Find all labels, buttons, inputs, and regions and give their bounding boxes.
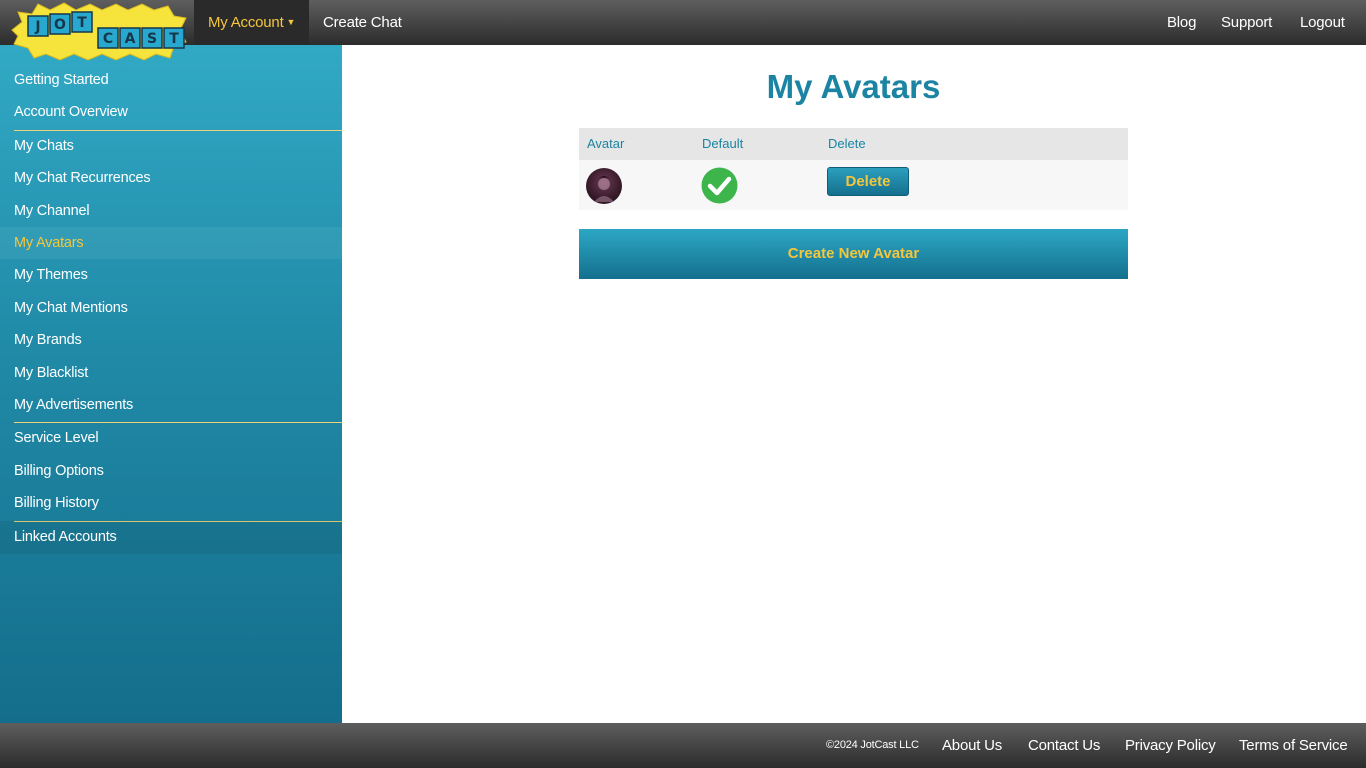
sidebar-item-my-chat-recurrences[interactable]: My Chat Recurrences [0,162,342,194]
sidebar-item-billing-history[interactable]: Billing History [0,487,342,519]
create-chat-link[interactable]: Create Chat [323,0,402,45]
copyright-text: ©2024 JotCast LLC [826,739,919,751]
logo-letter: T [77,15,87,31]
sidebar-item-billing-options[interactable]: Billing Options [0,455,342,487]
sidebar-item-my-chats[interactable]: My Chats [0,130,342,162]
caret-down-icon: ▼ [286,17,296,27]
my-account-label: My Account [208,14,284,31]
sidebar-item-my-brands[interactable]: My Brands [0,324,342,356]
sidebar-item-linked-accounts[interactable]: Linked Accounts [0,521,342,554]
privacy-policy-link[interactable]: Privacy Policy [1125,723,1216,768]
sidebar: Getting Started Account Overview My Chat… [0,45,342,723]
sidebar-item-my-blacklist[interactable]: My Blacklist [0,357,342,389]
avatar-face-icon [594,176,614,202]
column-header-default[interactable]: Default [702,128,743,160]
logout-link[interactable]: Logout [1300,0,1345,45]
default-check-icon[interactable] [701,167,738,204]
logo-letter: O [54,17,66,33]
blog-link[interactable]: Blog [1167,0,1196,45]
logo-letter: S [147,31,157,47]
sidebar-item-getting-started[interactable]: Getting Started [0,64,342,96]
sidebar-item-service-level[interactable]: Service Level [0,422,342,454]
column-header-avatar[interactable]: Avatar [587,128,624,160]
support-link[interactable]: Support [1221,0,1272,45]
sidebar-item-account-overview[interactable]: Account Overview [0,96,342,128]
logo-letter: J [34,19,40,35]
footer: ©2024 JotCast LLC About Us Contact Us Pr… [0,723,1366,768]
sidebar-item-my-avatars[interactable]: My Avatars [0,227,342,259]
table-header: Avatar Default Delete [579,128,1128,160]
top-navbar: My Account ▼ Create Chat Blog Support Log… [0,0,1366,45]
about-us-link[interactable]: About Us [942,723,1002,768]
sidebar-item-my-chat-mentions[interactable]: My Chat Mentions [0,292,342,324]
avatar [586,168,622,204]
contact-us-link[interactable]: Contact Us [1028,723,1100,768]
column-header-delete[interactable]: Delete [828,128,866,160]
sidebar-item-my-advertisements[interactable]: My Advertisements [0,389,342,421]
jotcast-logo[interactable]: J O T C A S T [8,2,188,62]
sidebar-item-my-channel[interactable]: My Channel [0,195,342,227]
page-title: My Avatars [766,68,941,105]
logo-letter: A [125,31,136,47]
create-new-avatar-button[interactable]: Create New Avatar [579,229,1128,279]
sidebar-item-my-themes[interactable]: My Themes [0,259,342,291]
table-row: Delete [579,160,1128,210]
my-account-dropdown[interactable]: My Account ▼ [194,0,309,45]
delete-avatar-button[interactable]: Delete [827,167,909,196]
logo-letter: T [169,31,179,47]
logo-letter: C [103,31,113,47]
terms-of-service-link[interactable]: Terms of Service [1239,723,1348,768]
avatars-table: Avatar Default Delete Delete [579,128,1128,210]
